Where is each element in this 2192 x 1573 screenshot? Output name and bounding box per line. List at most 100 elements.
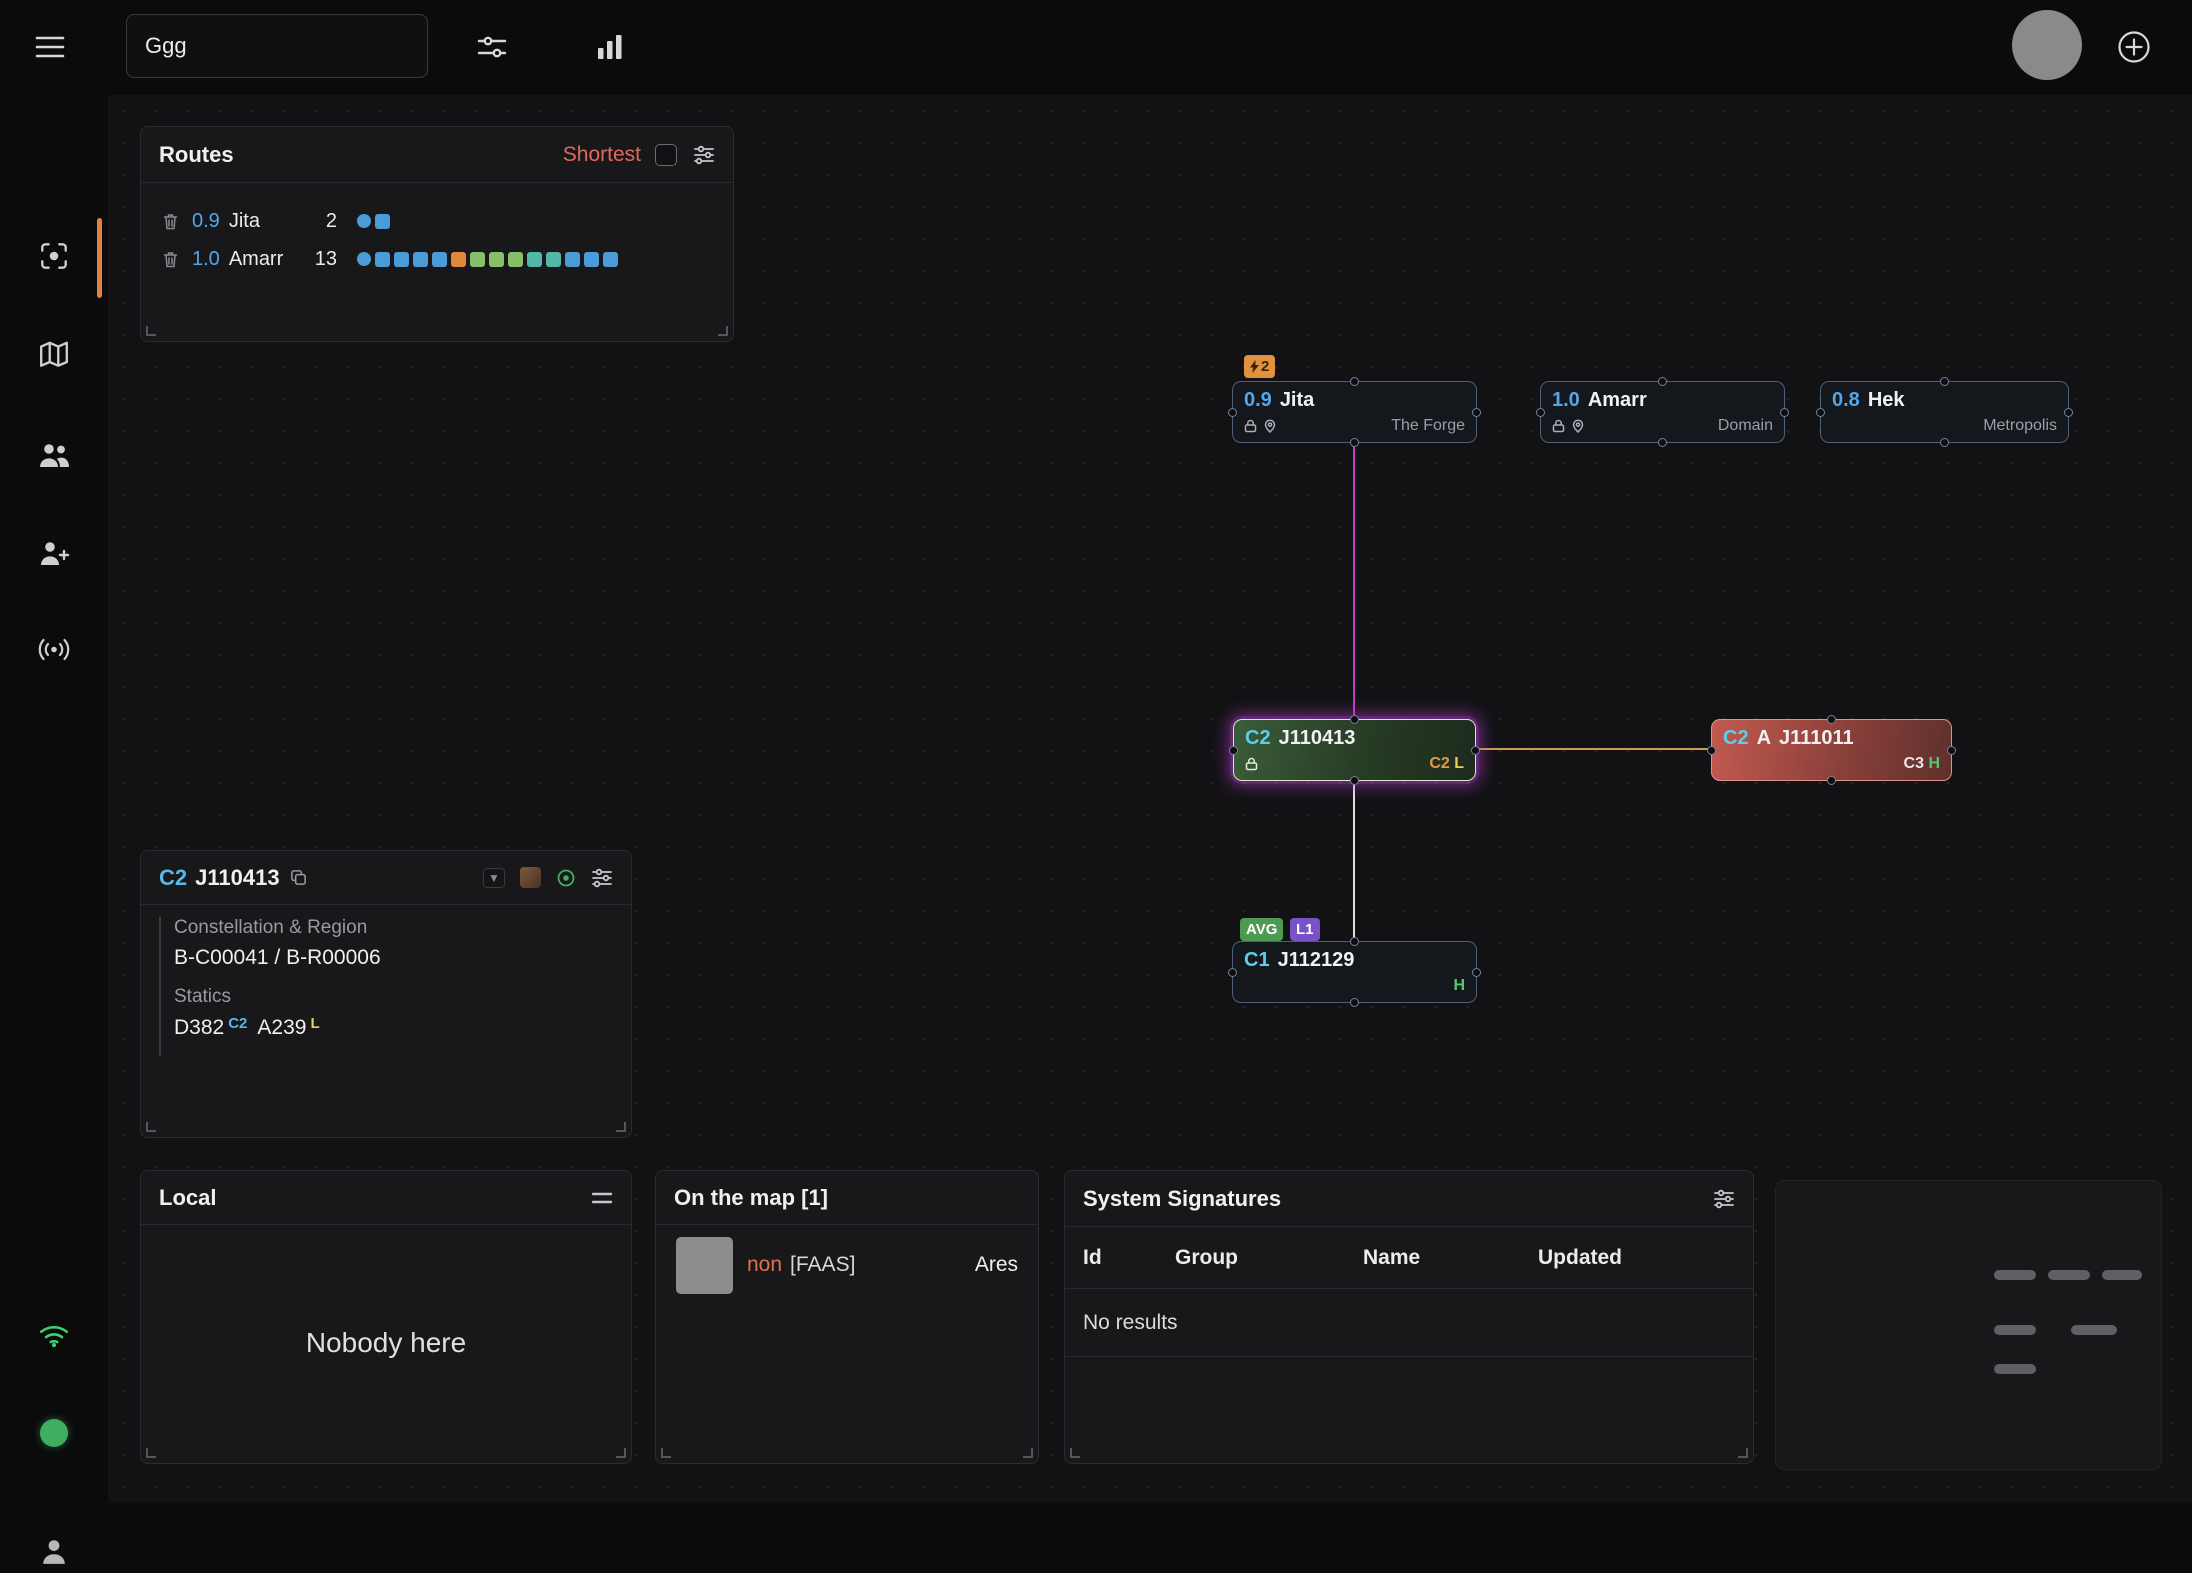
connection-handle	[1536, 408, 1545, 417]
system-name: J112129	[1278, 949, 1355, 972]
system-info-panel: C2 J110413 ▼ Constellati	[140, 850, 632, 1138]
menu-icon	[35, 35, 65, 59]
region-name: Metropolis	[1983, 417, 2057, 435]
sidebar-item-tracking[interactable]	[32, 234, 76, 278]
connection-handle	[1350, 937, 1359, 946]
column-header-id[interactable]: Id	[1083, 1227, 1102, 1289]
delete-route-icon[interactable]	[163, 213, 178, 230]
route-jump-squares	[357, 252, 618, 267]
map-name-input[interactable]	[126, 14, 428, 78]
connection-handle	[1816, 408, 1825, 417]
system-signatures-panel: System Signatures Id Group Name Updated …	[1064, 1170, 1754, 1464]
column-header-name[interactable]: Name	[1363, 1227, 1420, 1289]
signatures-settings-icon[interactable]	[1713, 1189, 1735, 1209]
constellation-label: Constellation & Region	[174, 917, 381, 939]
system-thumbnail[interactable]	[520, 867, 541, 888]
region-name: Domain	[1718, 417, 1773, 435]
map-node-amarr[interactable]: 1.0 Amarr Domain	[1540, 381, 1785, 443]
connection-handle	[1350, 776, 1359, 785]
connection-handle	[1707, 746, 1716, 755]
map-node-j110413[interactable]: C2 J110413 C2 L	[1233, 719, 1476, 781]
connection-handle	[1658, 438, 1667, 447]
security-tag: H	[1453, 977, 1465, 995]
column-header-updated[interactable]: Updated	[1538, 1227, 1622, 1289]
static-code: A239	[257, 1016, 306, 1039]
copy-icon[interactable]	[290, 869, 307, 886]
system-security: 1.0	[1552, 389, 1580, 412]
menu-button[interactable]	[30, 27, 70, 67]
connection-handle	[1228, 968, 1237, 977]
map-icon	[38, 339, 70, 369]
pin-icon	[1264, 419, 1276, 433]
scan-target-icon	[38, 240, 70, 272]
map-node-j111011[interactable]: C2 A J111011 C3 H	[1711, 719, 1952, 781]
route-jump-squares	[357, 214, 390, 229]
system-name: J111011	[1779, 727, 1854, 750]
map-filter-button[interactable]	[472, 27, 512, 67]
route-row-jita[interactable]: 0.9 Jita 2	[141, 203, 733, 239]
connection-status-wifi[interactable]	[32, 1313, 76, 1357]
people-icon	[37, 441, 71, 469]
dropdown-icon[interactable]: ▼	[483, 868, 505, 888]
connection-handle	[1827, 776, 1836, 785]
connection-handle	[1350, 715, 1359, 724]
map-stats-button[interactable]	[588, 25, 632, 69]
system-name: Jita	[1280, 389, 1314, 412]
on-the-map-panel: On the map [1] non [FAAS] Ares	[655, 1170, 1039, 1464]
sidebar-item-profile[interactable]	[32, 1529, 76, 1573]
static-class: C2	[228, 1015, 247, 1032]
routes-settings-icon[interactable]	[693, 145, 715, 165]
region-name: The Forge	[1391, 417, 1465, 435]
local-panel: Local Nobody here	[140, 1170, 632, 1464]
placeholder-bar	[2071, 1325, 2117, 1335]
map-node-jita[interactable]: 0.9 Jita The Forge	[1232, 381, 1477, 443]
map-node-hek[interactable]: 0.8 Hek Metropolis	[1820, 381, 2069, 443]
delete-route-icon[interactable]	[163, 251, 178, 268]
static-class: C3	[1904, 755, 1924, 772]
sidebar-item-characters[interactable]	[32, 433, 76, 477]
routes-mode-toggle[interactable]: Shortest	[563, 143, 641, 167]
local-title: Local	[159, 1185, 216, 1211]
connection-handle	[1229, 746, 1238, 755]
system-security: 0.8	[1832, 389, 1860, 412]
route-row-amarr[interactable]: 1.0 Amarr 13	[141, 241, 733, 277]
sidebar-item-follow-character[interactable]	[32, 531, 76, 575]
badge-label: L1	[1296, 921, 1314, 938]
route-security: 1.0	[192, 248, 220, 271]
minimized-widget	[1775, 1180, 2162, 1470]
avg-badge: AVG	[1240, 918, 1283, 941]
badge-label: AVG	[1246, 921, 1277, 938]
routes-mode-checkbox[interactable]	[655, 144, 677, 166]
on-the-map-title: On the map [1]	[674, 1185, 828, 1211]
connection-handle	[1658, 377, 1667, 386]
column-header-group[interactable]: Group	[1175, 1227, 1238, 1289]
lock-icon	[1245, 757, 1258, 771]
sidebar-item-maps[interactable]	[32, 332, 76, 376]
kills-count: 2	[1261, 358, 1269, 375]
signatures-header-row: Id Group Name Updated	[1065, 1227, 1753, 1289]
add-button[interactable]	[2112, 25, 2156, 69]
map-node-j112129[interactable]: C1 J112129 H	[1232, 941, 1477, 1003]
system-name: Hek	[1868, 389, 1905, 412]
connection-handle	[1472, 968, 1481, 977]
pilot-row[interactable]: non [FAAS] Ares	[656, 1233, 1038, 1297]
static-security: H	[1928, 755, 1940, 772]
static-code: D382	[174, 1016, 224, 1039]
target-icon[interactable]	[556, 868, 576, 888]
avatar[interactable]	[2012, 10, 2082, 80]
system-class: C2	[1245, 727, 1271, 750]
list-icon[interactable]	[591, 1192, 613, 1204]
placeholder-bar	[1994, 1325, 2036, 1335]
l1-badge: L1	[1290, 918, 1320, 941]
pilot-name: non	[747, 1253, 782, 1277]
system-class: C1	[1244, 949, 1270, 972]
lock-icon	[1244, 419, 1257, 433]
filter-sliders-icon	[477, 34, 507, 60]
statics-label: Statics	[174, 986, 381, 1008]
connection-handle	[1350, 438, 1359, 447]
info-settings-icon[interactable]	[591, 868, 613, 888]
pilot-corp-ticker: [FAAS]	[790, 1253, 855, 1277]
sidebar-item-signals[interactable]	[32, 627, 76, 671]
connection-handle	[1827, 715, 1836, 724]
broadcast-icon	[37, 636, 71, 663]
